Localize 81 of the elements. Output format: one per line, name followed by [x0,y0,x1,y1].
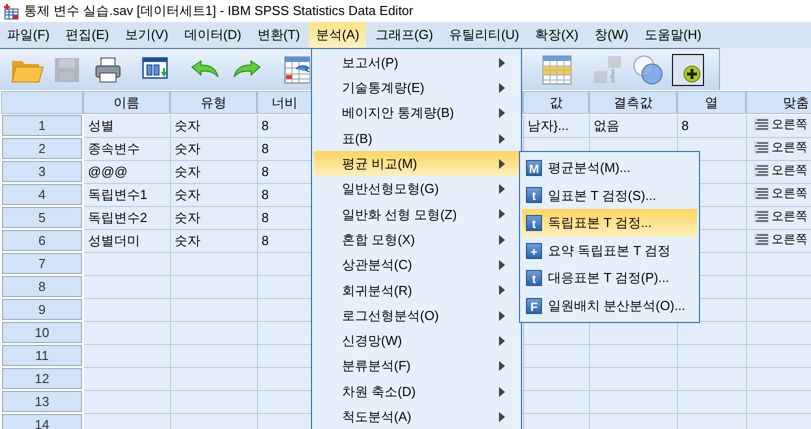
menu-item[interactable]: 그래프(G) [368,22,440,48]
table-cell: 독립변수1 [83,183,170,206]
table-cell-text: 오른쪽 [772,116,808,134]
menu-item[interactable]: t 독립표본 T 검정... [522,209,697,237]
table-cell: @@@ [83,160,170,183]
table-cell: 남자}... [523,114,589,137]
menu-item[interactable]: 로그선형분석(O) [314,302,519,328]
row-number[interactable]: 12 [1,367,83,390]
table-cell-text: 오른쪽 [772,185,808,202]
row-number[interactable]: 13 [1,390,83,413]
table-cell: 숫자 [170,137,257,160]
menu-item[interactable]: 파일(F) [0,22,57,48]
window-title: 통제 변수 실습.sav [데이터세트1] - IBM SPSS Statistics Data Editor [24,2,414,20]
menu-item[interactable]: 보고서(P) [314,50,519,76]
menu-item[interactable]: 일반선형모형(G) [314,176,519,202]
table-cell: 8 [677,114,746,137]
table-cell: 성별더미 [83,229,170,252]
menu-item[interactable]: 기술통계량(E) [314,75,519,101]
menu-item[interactable]: 회귀분석(R) [314,278,519,303]
menu-item[interactable]: 베이지안 통계량(B) [314,100,519,126]
procedure-icon: F [526,298,542,314]
column-header[interactable]: 값 [523,91,589,114]
table-cell-text: 오른쪽 [772,162,808,179]
menu-item[interactable]: 변환(T) [250,22,307,48]
menu-item[interactable]: 차원 축소(D) [314,378,519,404]
table-cell: 독립변수2 [83,206,170,229]
column-header[interactable]: 열 [677,91,746,114]
menu-item[interactable]: 척도분석(A) [314,404,519,429]
menu-item[interactable]: 보기(V) [118,22,176,48]
menu-item[interactable]: t 대응표본 T 검정(P)... [522,264,697,292]
table-cell: 숫자 [170,114,257,137]
table-cell-text: 오른쪽 [772,208,808,225]
menu-item[interactable]: M 평균분석(M)... [522,154,697,182]
menu-item[interactable]: 확장(X) [528,22,586,48]
menu-item[interactable]: 표(B) [314,126,519,152]
row-number[interactable]: 3 [1,160,83,183]
row-number[interactable]: 14 [1,413,83,429]
table-cell: 성별 [83,114,170,137]
row-number[interactable]: 7 [1,252,83,275]
column-header[interactable]: 너비 [257,91,312,114]
table-cell: 숫자 [170,183,257,206]
table-cell: 숫자 [170,229,257,252]
menu-item[interactable]: 혼합 모형(X) [314,227,519,252]
row-number[interactable]: 6 [1,229,83,252]
menu-item[interactable]: 유틸리티(U) [442,22,526,48]
table-cell: 숫자 [170,206,257,229]
menu-item[interactable]: 평균 비교(M) [314,151,519,176]
procedure-icon: t [526,187,542,204]
menu-item[interactable]: + 요약 독립표본 T 검정 [522,236,697,264]
row-number[interactable]: 2 [1,137,83,160]
procedure-icon: + [526,242,542,259]
menu-item[interactable]: 분류분석(F) [314,354,519,379]
row-number[interactable]: 10 [1,321,83,344]
menu-item[interactable]: t 일표본 T 검정(S)... [522,182,697,210]
menu-item[interactable]: 분석(A) [308,22,366,48]
menu-item[interactable]: 일반화 선형 모형(Z) [314,202,519,228]
menu-item[interactable]: 상관분석(C) [314,252,519,278]
column-header[interactable]: 결측값 [589,91,677,114]
table-cell: 없음 [589,114,677,137]
row-number[interactable]: 1 [1,114,83,137]
row-number[interactable]: 8 [1,275,83,298]
column-header[interactable]: 맞춤 [746,91,811,114]
menu-item[interactable]: F 일원배치 분산분석(O)... [522,292,697,320]
menu-item[interactable]: 데이터(D) [177,22,248,48]
menu-item[interactable]: 편집(E) [58,22,116,48]
column-header[interactable]: 이름 [83,91,170,114]
menu-item[interactable]: 신경망(W) [314,328,519,354]
procedure-icon: t [526,270,542,286]
table-cell: 숫자 [170,160,257,183]
row-number[interactable]: 4 [1,183,83,206]
row-number[interactable]: 5 [1,206,83,229]
procedure-icon: M [526,160,542,176]
column-header[interactable]: 유형 [170,91,257,114]
menu-item[interactable]: 도움말(H) [637,22,708,48]
menu-item[interactable]: 창(W) [587,22,636,48]
table-cell-text: 오른쪽 [772,231,808,248]
table-cell-text: 오른쪽 [772,139,808,156]
row-number[interactable]: 11 [1,344,83,367]
procedure-icon: t [526,214,542,231]
table-cell: 종속변수 [83,137,170,160]
row-number[interactable]: 9 [1,298,83,321]
